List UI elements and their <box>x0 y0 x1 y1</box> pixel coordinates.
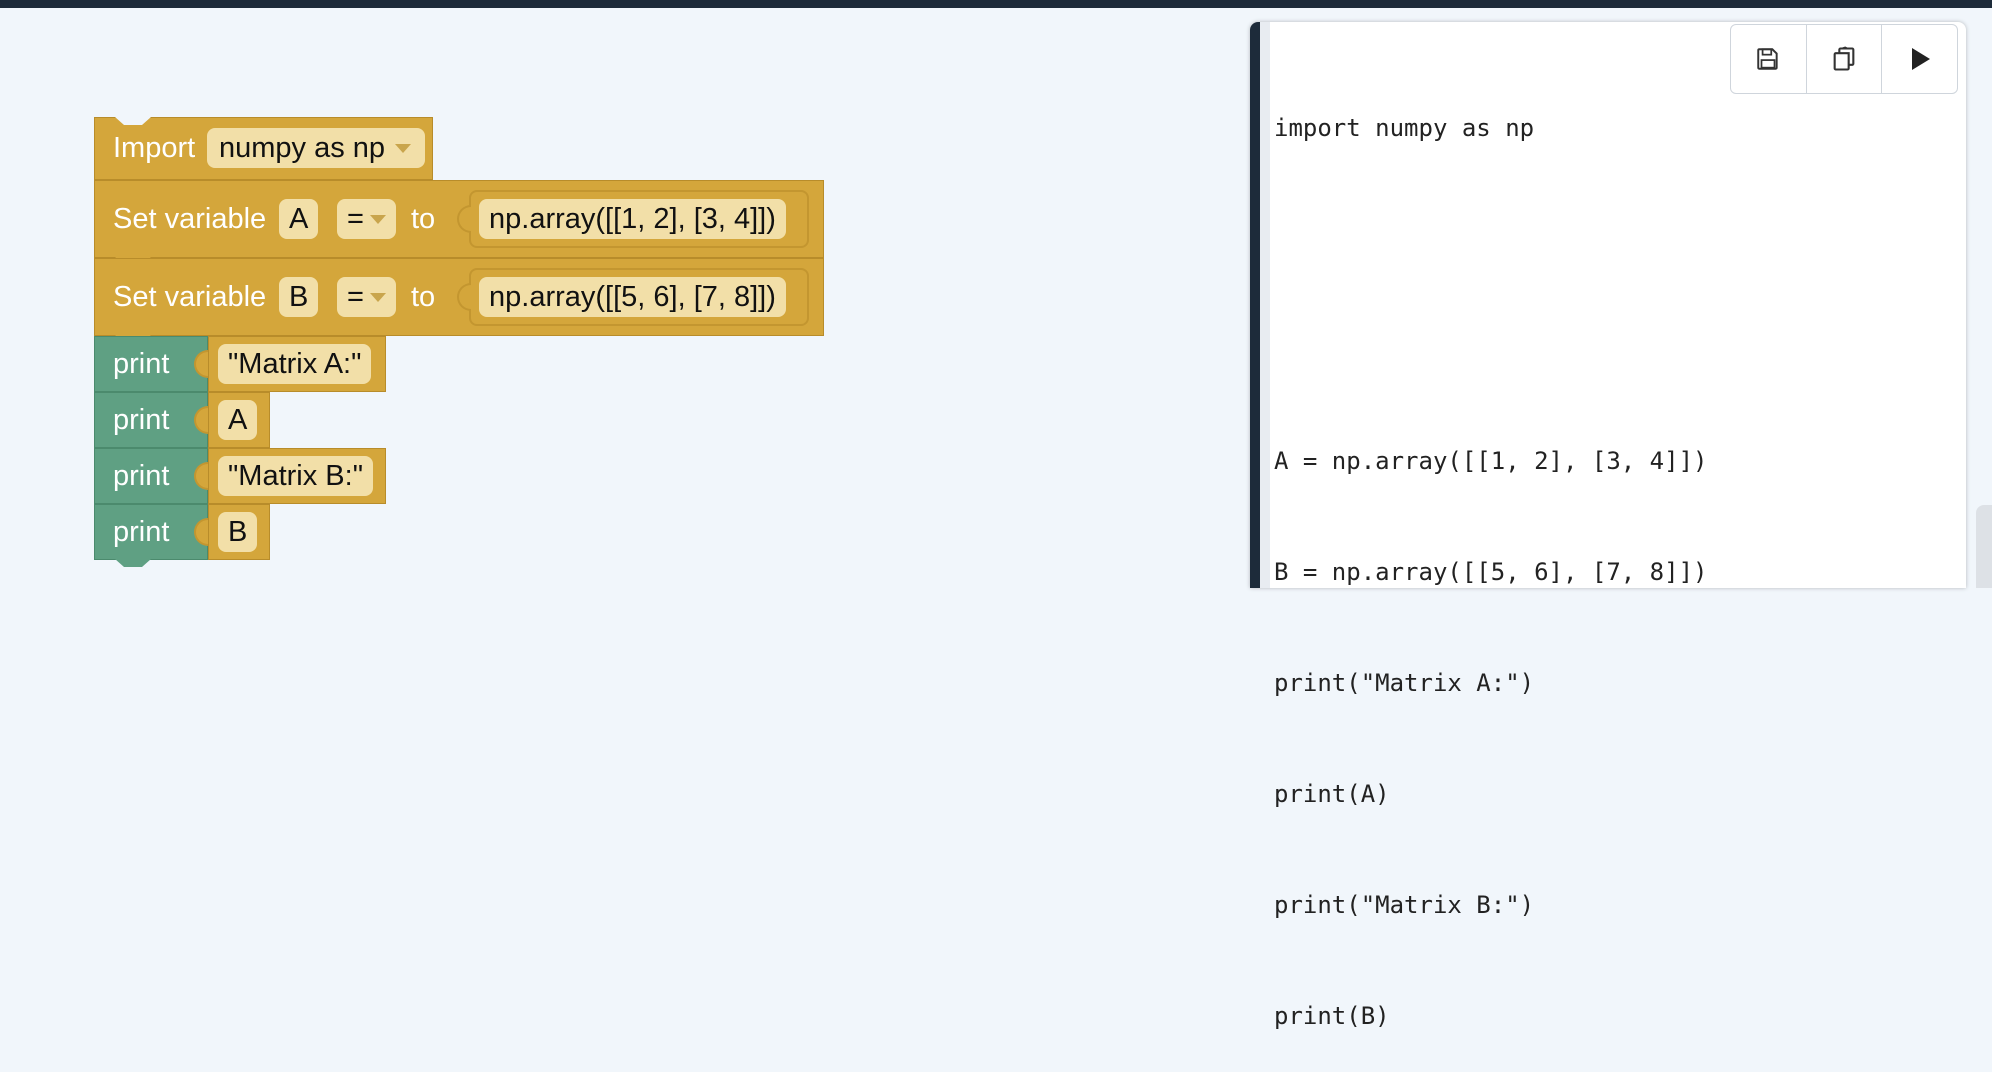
print-label: print <box>113 347 170 380</box>
run-button[interactable] <box>1882 25 1957 93</box>
import-module-value: numpy as np <box>219 131 386 164</box>
print-arg-input[interactable]: "Matrix A:" <box>218 344 372 384</box>
scrollbar[interactable] <box>1976 505 1992 588</box>
operator-dropdown-b[interactable]: = <box>337 277 396 317</box>
code-line: B = np.array([[5, 6], [7, 8]]) <box>1274 558 1708 586</box>
code-line: print("Matrix A:") <box>1274 669 1535 697</box>
set-variable-label: Set variable <box>113 280 267 313</box>
variable-name-text: A <box>289 202 309 235</box>
block-notch <box>115 117 151 125</box>
set-variable-label: Set variable <box>113 202 267 235</box>
set-variable-a-block[interactable]: Set variable A = to np.array([[1, 2], [3… <box>94 180 824 265</box>
copy-button[interactable] <box>1807 25 1883 93</box>
chevron-down-icon <box>369 214 386 224</box>
chevron-down-icon <box>369 292 386 302</box>
operator-dropdown-a[interactable]: = <box>337 199 396 239</box>
print-arg-text: B <box>228 515 248 548</box>
variable-name-b[interactable]: B <box>279 277 319 317</box>
chevron-down-icon <box>395 143 412 153</box>
print-arg-input[interactable]: "Matrix B:" <box>218 456 373 496</box>
to-label: to <box>411 202 436 235</box>
value-input-a[interactable]: np.array([[1, 2], [3, 4]]) <box>479 199 786 239</box>
variable-name-text: B <box>289 280 309 313</box>
code-toolbar <box>1730 24 1958 94</box>
print-arg-text: "Matrix A:" <box>228 347 362 380</box>
code-line: print(B) <box>1274 1002 1390 1030</box>
print-arg-input[interactable]: A <box>218 400 258 440</box>
value-text: np.array([[5, 6], [7, 8]]) <box>489 280 776 313</box>
print-block[interactable]: print <box>94 504 208 567</box>
code-panel-edge <box>1250 22 1260 588</box>
print-block[interactable]: print <box>94 392 208 448</box>
save-button[interactable] <box>1731 25 1807 93</box>
top-bar <box>0 0 1992 8</box>
print-block[interactable]: print <box>94 448 208 504</box>
operator-text: = <box>347 280 364 313</box>
print-arg-text: "Matrix B:" <box>228 459 363 492</box>
puzzle-connector-icon <box>457 205 471 233</box>
value-input-b[interactable]: np.array([[5, 6], [7, 8]]) <box>479 277 786 317</box>
set-variable-b-block[interactable]: Set variable B = to np.array([[5, 6], [7… <box>94 258 824 343</box>
to-label: to <box>411 280 436 313</box>
import-module-dropdown[interactable]: numpy as np <box>207 128 426 168</box>
print-label: print <box>113 459 170 492</box>
code-line: import numpy as np <box>1274 114 1535 142</box>
puzzle-connector-icon <box>457 283 471 311</box>
block-tab <box>115 559 151 567</box>
operator-text: = <box>347 202 364 235</box>
save-icon <box>1757 48 1778 70</box>
code-line: A = np.array([[1, 2], [3, 4]]) <box>1274 447 1708 475</box>
print-label: print <box>113 515 170 548</box>
print-arg-input[interactable]: B <box>218 512 258 552</box>
import-label: Import <box>113 132 196 164</box>
value-text: np.array([[1, 2], [3, 4]]) <box>489 202 776 235</box>
code-line: print(A) <box>1274 780 1390 808</box>
code-line: print("Matrix B:") <box>1274 891 1535 919</box>
print-arg-text: A <box>228 403 248 436</box>
import-block[interactable]: Import numpy as np <box>94 117 433 180</box>
code-editor[interactable]: import numpy as np A = np.array([[1, 2],… <box>1274 36 1707 1072</box>
print-block[interactable]: print <box>94 336 208 392</box>
print-label: print <box>113 403 170 436</box>
variable-name-a[interactable]: A <box>279 199 319 239</box>
run-icon <box>1911 48 1930 70</box>
copy-icon <box>1833 46 1855 71</box>
blockly-workspace[interactable]: Import numpy as np Set variable A = to n… <box>0 8 1250 588</box>
code-gutter <box>1260 22 1270 588</box>
